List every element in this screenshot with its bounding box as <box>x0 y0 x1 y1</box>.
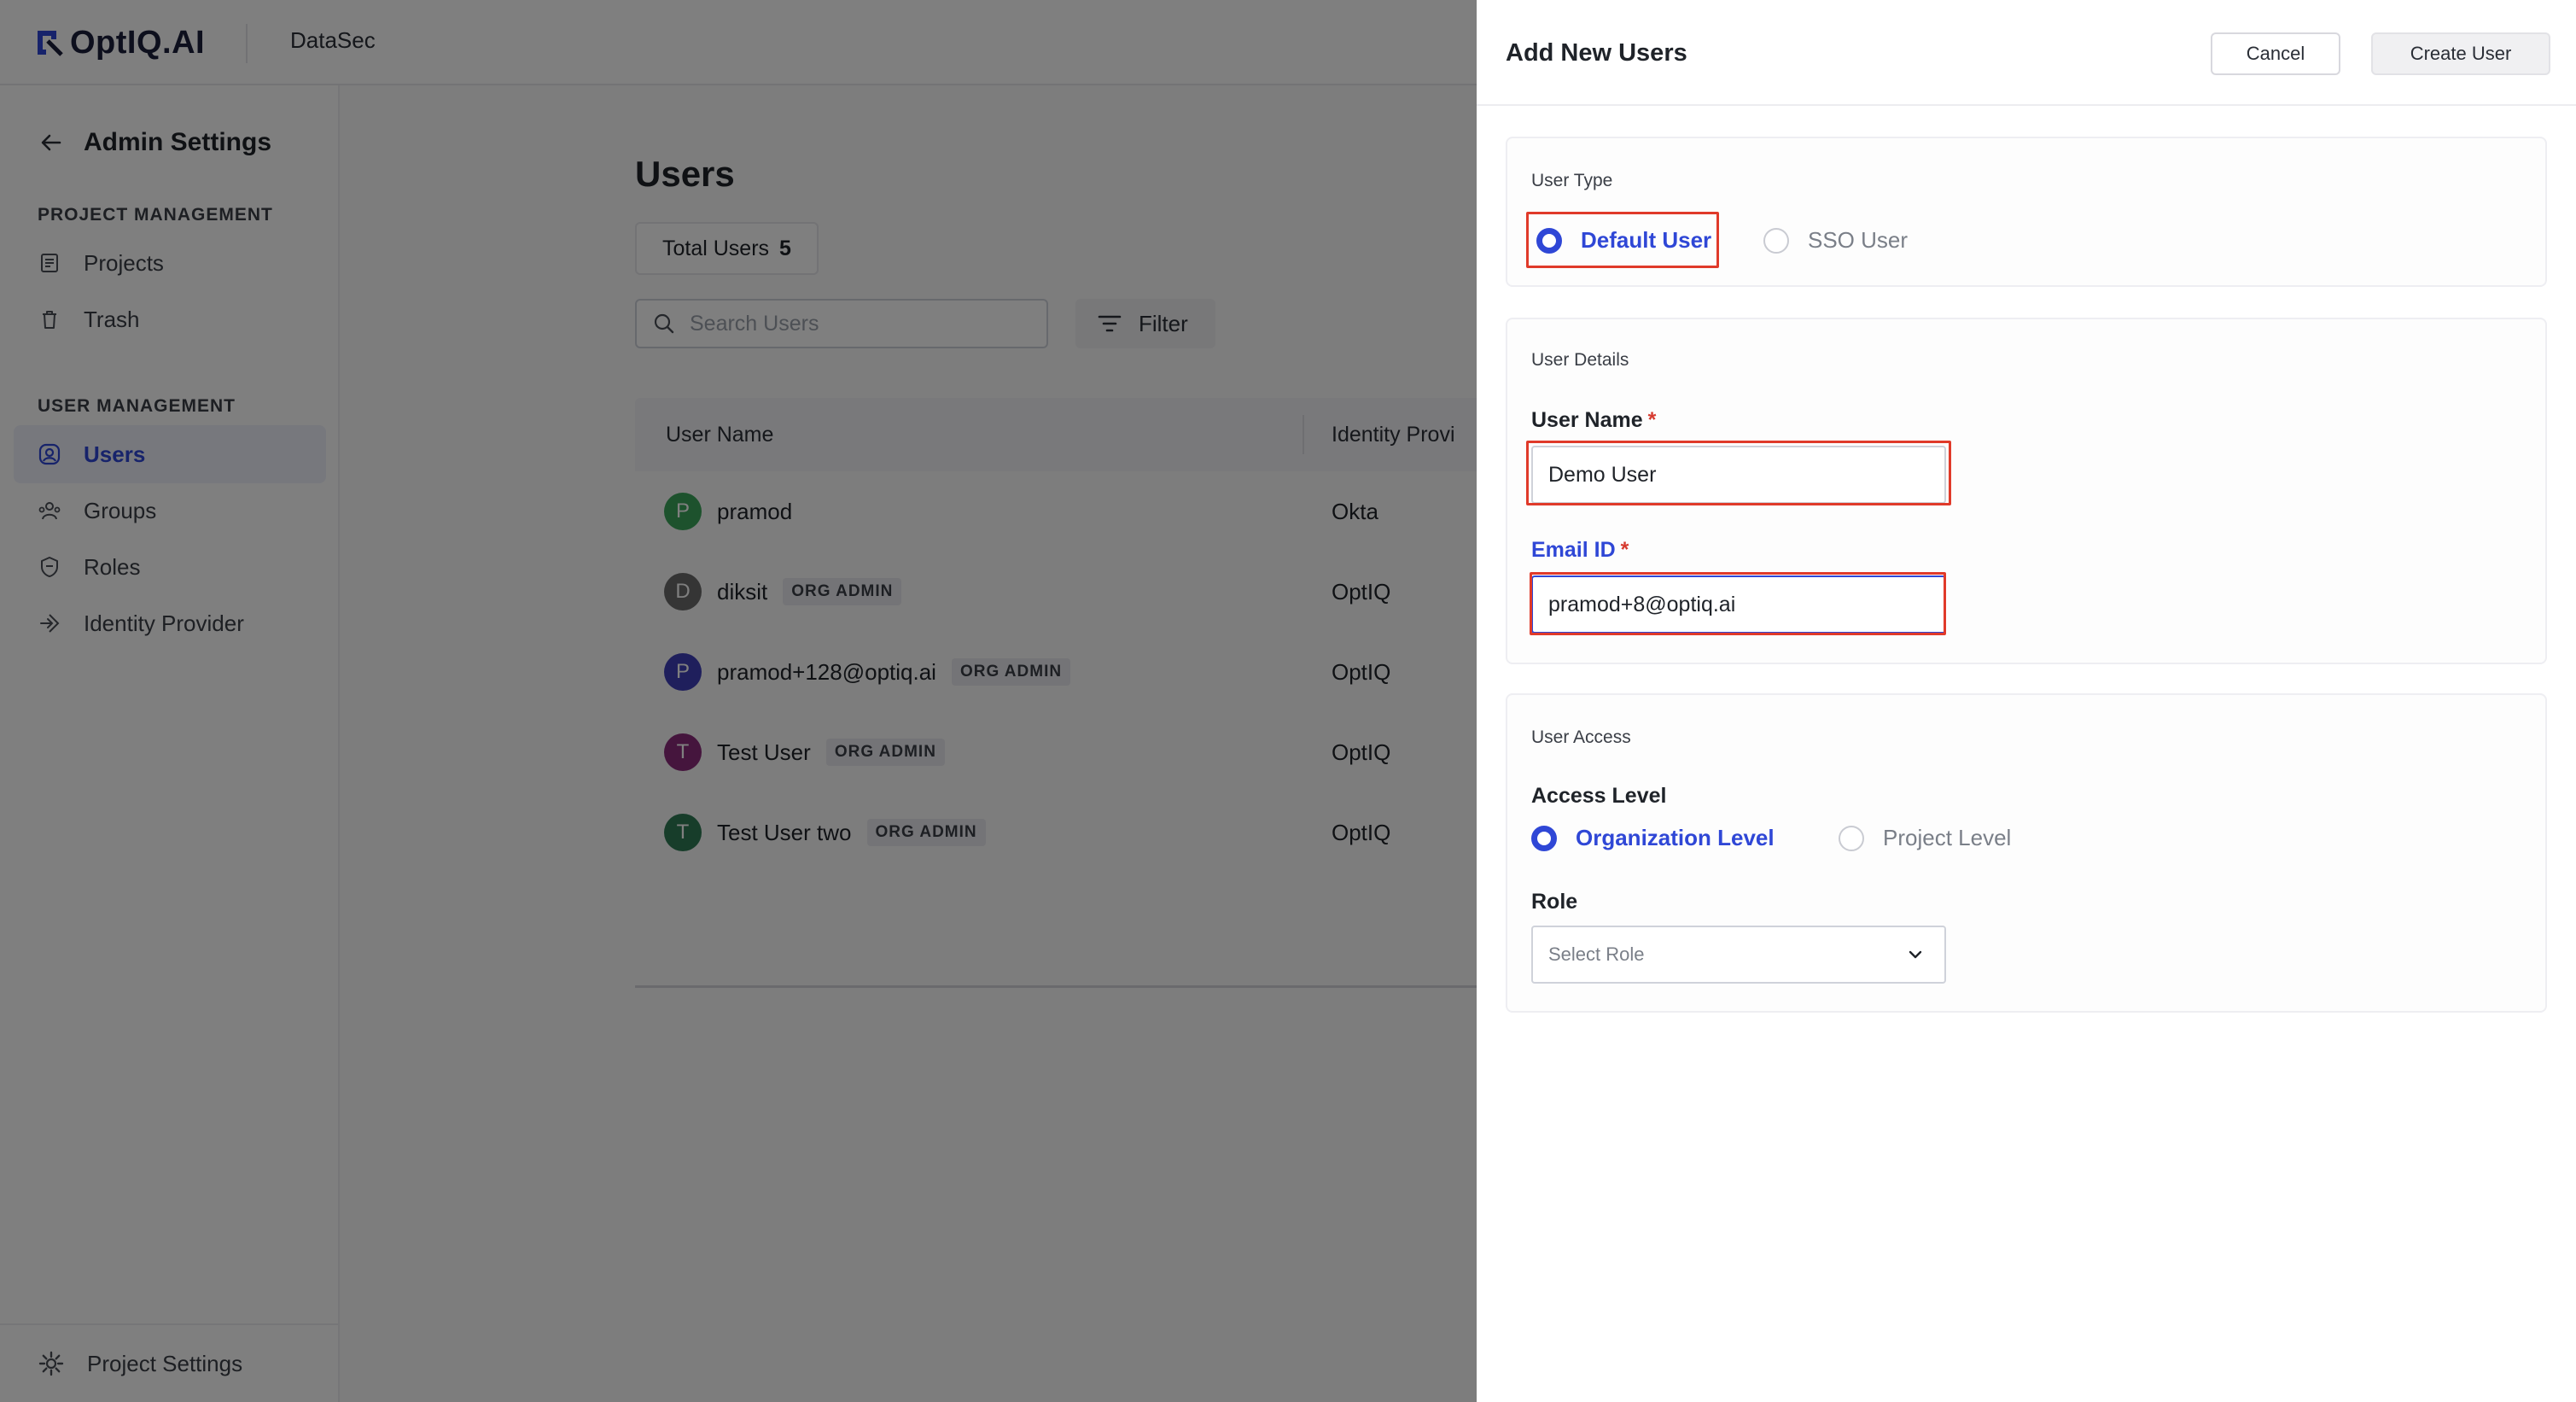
access-level-label: Access Level <box>1531 784 1667 808</box>
user-type-card: User Type Default User SSO User <box>1506 137 2547 287</box>
radio-dot <box>1839 825 1864 851</box>
radio-dot <box>1531 825 1557 851</box>
user-name-label: User Name * <box>1531 408 1656 433</box>
user-access-label: User Access <box>1531 727 1631 747</box>
required-mark: * <box>1620 538 1629 562</box>
chevron-down-icon <box>1909 950 1922 959</box>
email-id-field[interactable] <box>1531 575 1946 634</box>
user-name-input[interactable] <box>1548 462 1924 488</box>
create-user-button[interactable]: Create User <box>2371 32 2550 75</box>
user-name-label-text: User Name <box>1531 408 1643 432</box>
user-details-card: User Details User Name* Email ID* <box>1506 318 2547 664</box>
user-details-label: User Details <box>1531 350 1629 370</box>
radio-project-level[interactable]: Project Level <box>1839 825 2011 851</box>
radio-label: Default User <box>1581 227 1712 253</box>
user-access-card: User Access Access Level Organization Le… <box>1506 693 2547 1013</box>
email-input[interactable] <box>1548 592 1924 617</box>
cancel-button[interactable]: Cancel <box>2211 32 2340 75</box>
user-type-label: User Type <box>1531 171 1613 190</box>
required-mark: * <box>1647 408 1657 432</box>
drawer-header: Add New Users Cancel Create User <box>1477 0 2576 106</box>
radio-sso-user[interactable]: SSO User <box>1763 227 1908 254</box>
email-id-label: Email ID * <box>1531 538 1629 563</box>
role-select-value: Select Role <box>1548 943 1645 965</box>
user-name-field[interactable] <box>1531 446 1946 504</box>
radio-label: Project Level <box>1883 825 2012 850</box>
role-label: Role <box>1531 890 1578 914</box>
add-users-drawer: Add New Users Cancel Create User User Ty… <box>1477 0 2576 1402</box>
radio-dot <box>1536 227 1562 254</box>
email-id-label-text: Email ID <box>1531 538 1616 562</box>
role-select[interactable]: Select Role <box>1531 926 1946 984</box>
radio-label: SSO User <box>1808 227 1909 253</box>
drawer-title: Add New Users <box>1506 39 1687 67</box>
radio-dot <box>1763 227 1789 254</box>
radio-label: Organization Level <box>1576 825 1775 850</box>
radio-organization-level[interactable]: Organization Level <box>1531 825 1775 851</box>
radio-default-user[interactable]: Default User <box>1536 227 1711 254</box>
